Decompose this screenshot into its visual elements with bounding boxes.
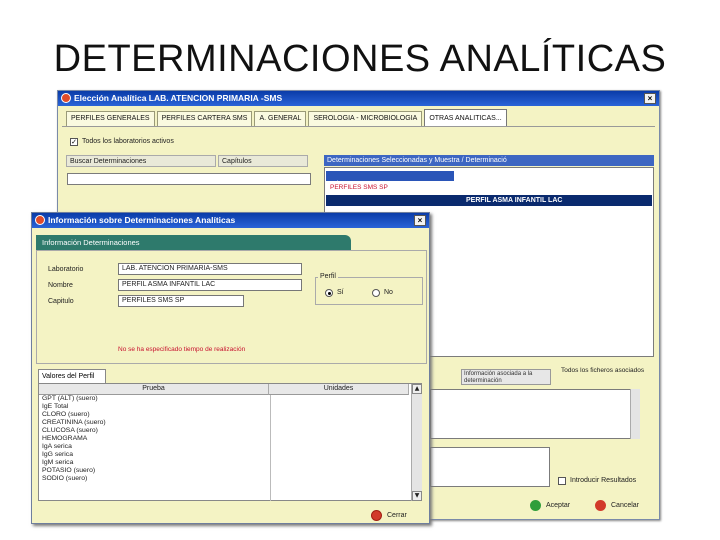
scroll-up-icon[interactable]: ▲	[412, 384, 422, 394]
tree-node-perfiles[interactable]: PERFILES SMS SP	[330, 184, 388, 191]
grid-scrollbar[interactable]: ▲ ▼	[411, 384, 422, 501]
notes-area[interactable]	[430, 389, 640, 439]
column-prueba[interactable]: Prueba	[39, 384, 269, 395]
no-time-warning: No se ha especificado tiempo de realizac…	[118, 346, 246, 353]
nombre-field[interactable]: PERFIL ASMA INFANTIL LAC	[118, 279, 302, 291]
tab-serologia[interactable]: SEROLOGIA - MICROBIOLOGIA	[308, 111, 423, 126]
capitulo-label: Capitulo	[48, 298, 74, 305]
perfil-si-radio[interactable]	[325, 289, 333, 297]
table-row[interactable]: IgM serica	[39, 459, 409, 467]
capitulo-field[interactable]: PERFILES SMS SP	[118, 295, 244, 307]
scroll-down-icon[interactable]: ▼	[412, 491, 422, 501]
front-window-title: Información sobre Determinaciones Analít…	[48, 215, 236, 225]
close-button[interactable]: Cerrar	[387, 512, 407, 519]
chapters-tab[interactable]: Capítulos	[218, 155, 308, 167]
accept-button[interactable]: Aceptar	[546, 502, 570, 509]
tree-node-selected[interactable]: PERFIL ASMA INFANTIL LAC	[326, 195, 652, 206]
back-window-title: Elección Analítica LAB. ATENCION PRIMARI…	[74, 93, 283, 103]
introducir-label: Introducir Resultados	[570, 477, 637, 484]
back-window-titlebar[interactable]: Elección Analítica LAB. ATENCION PRIMARI…	[58, 91, 659, 106]
front-window-titlebar[interactable]: Información sobre Determinaciones Analít…	[32, 213, 429, 228]
table-row[interactable]: IgG serica	[39, 451, 409, 459]
tab-perfiles-cartera[interactable]: PERFILES CARTERA SMS	[156, 111, 253, 126]
perfil-no-radio[interactable]	[372, 289, 380, 297]
column-unidades[interactable]: Unidades	[269, 384, 409, 395]
cancel-button[interactable]: Cancelar	[611, 502, 639, 509]
observations-area[interactable]	[430, 447, 550, 487]
selected-determinations-header: Determinaciones Seleccionadas y Muestra …	[324, 155, 654, 166]
close-circle-icon	[371, 510, 382, 521]
all-files-label[interactable]: Todos los ficheros asociados	[561, 367, 651, 374]
app-icon	[35, 215, 45, 225]
perfil-no-label: No	[384, 289, 393, 296]
selected-profile-label: PERFIL ASMA INFANTIL LAC	[466, 197, 563, 204]
grid-rows: GPT (ALT) (suero) IgE Total CLORO (suero…	[39, 395, 409, 499]
laboratorio-field[interactable]: LAB. ATENCION PRIMARIA-SMS	[118, 263, 302, 275]
table-row[interactable]: HEMOGRAMA	[39, 435, 409, 443]
slide-title: DETERMINACIONES ANALÍTICAS	[53, 38, 667, 80]
tab-a-general[interactable]: A. GENERAL	[254, 111, 307, 126]
all-labs-checkbox[interactable]: ✓	[70, 138, 78, 146]
app-icon	[61, 93, 71, 103]
close-icon[interactable]: ×	[644, 93, 656, 104]
laboratorio-label: Laboratorio	[48, 266, 84, 273]
table-row[interactable]: POTASIO (suero)	[39, 467, 409, 475]
determination-info-window: Información sobre Determinaciones Analít…	[31, 212, 430, 524]
profile-values-grid[interactable]: Prueba Unidades GPT (ALT) (suero) IgE To…	[38, 383, 422, 501]
grid-header: Prueba Unidades	[39, 384, 421, 395]
cancel-icon	[595, 500, 606, 511]
table-row[interactable]: GPT (ALT) (suero)	[39, 395, 409, 403]
introducir-checkbox[interactable]	[558, 477, 566, 485]
check-icon	[530, 500, 541, 511]
tab-perfiles-generales[interactable]: PERFILES GENERALES	[66, 111, 155, 126]
tab-otras-analiticas[interactable]: OTRAS ANALITICAS...	[424, 109, 507, 126]
search-tab[interactable]: Buscar Determinaciones	[66, 155, 216, 167]
perfil-label: Perfil	[318, 273, 338, 280]
info-panel-tab: Información Determinaciones	[36, 235, 351, 250]
table-row[interactable]: SODIO (suero)	[39, 475, 409, 483]
tab-divider	[62, 126, 655, 127]
table-row[interactable]: CLORO (suero)	[39, 411, 409, 419]
table-row[interactable]: CLUCOSA (suero)	[39, 427, 409, 435]
info-button[interactable]: Información asociada a la determinación	[461, 369, 551, 385]
table-row[interactable]: CREATININA (suero)	[39, 419, 409, 427]
notes-scrollbar[interactable]	[630, 389, 640, 439]
values-tab[interactable]: Valores del Perfil	[38, 369, 106, 383]
column-divider	[270, 395, 271, 501]
nombre-label: Nombre	[48, 282, 73, 289]
tree-node-lab[interactable]: Lab.LAB. ATENCION PRI	[326, 171, 454, 188]
all-labs-label: Todos los laboratorios activos	[82, 138, 174, 145]
table-row[interactable]: IgE Total	[39, 403, 409, 411]
search-input[interactable]	[67, 173, 311, 185]
profile-tabs: PERFILES GENERALES PERFILES CARTERA SMS …	[66, 109, 509, 127]
perfil-si-label: Sí	[337, 289, 344, 296]
table-row[interactable]: IgA serica	[39, 443, 409, 451]
close-icon[interactable]: ×	[414, 215, 426, 226]
